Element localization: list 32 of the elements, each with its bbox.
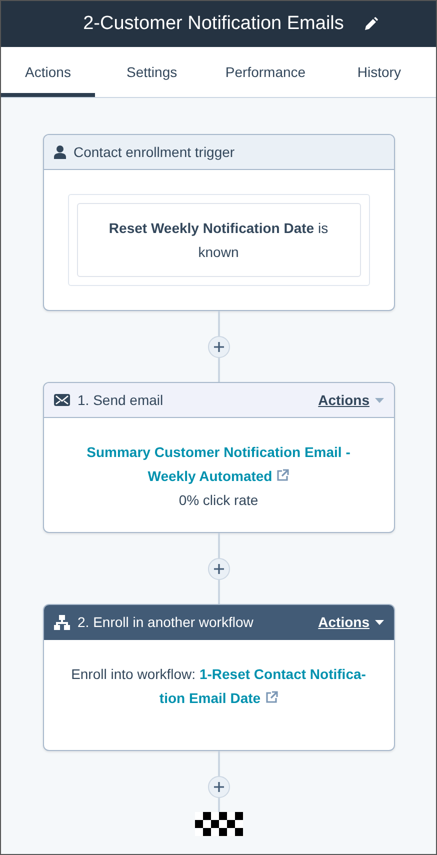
step-title: Contact enrollment trigger <box>74 144 236 160</box>
add-step-button[interactable] <box>208 336 230 358</box>
pencil-icon[interactable] <box>364 17 378 31</box>
actions-dropdown[interactable]: Actions <box>318 392 384 408</box>
click-rate: 0% click rate <box>178 491 260 510</box>
workflow-step-card[interactable]: 2. Enroll in another workflow Actions Enroll into workflow: 1-Reset Contact Notifica-tion Email Date <box>42 604 394 751</box>
add-step-button[interactable] <box>208 776 230 798</box>
add-step-button[interactable] <box>208 558 230 580</box>
external-link-icon[interactable] <box>264 691 278 704</box>
plus-icon <box>214 782 224 792</box>
person-icon <box>54 145 66 159</box>
external-link-icon[interactable] <box>276 469 290 482</box>
tab[interactable]: Performance <box>208 47 322 97</box>
finish-flag-icon <box>194 812 242 836</box>
tab[interactable]: Settings <box>95 47 209 97</box>
step-title: 1. Send email <box>78 392 164 408</box>
workflow-title: 2-Customer Notification Emails <box>83 13 344 35</box>
tab[interactable]: History <box>322 47 436 97</box>
caret-icon <box>374 620 384 624</box>
envelope-icon <box>54 394 70 406</box>
trigger-condition: Reset Weekly Notification Date is known <box>76 203 360 277</box>
workflow-step-card[interactable]: 1. Send email Actions Summary Customer Notification Email - Weekly Automated 0% click rate <box>42 382 394 533</box>
plus-icon <box>214 564 224 574</box>
enroll-description[interactable]: Enroll into workflow: 1-Reset Contact Notifica-tion Email Date <box>68 662 370 710</box>
plus-icon <box>214 342 224 352</box>
workflow-step-card[interactable]: Contact enrollment trigger Reset Weekly Notification Date is known <box>42 134 394 311</box>
email-link[interactable]: Summary Customer Notification Email - Weekly Automated <box>68 440 370 488</box>
actions-dropdown[interactable]: Actions <box>318 614 384 630</box>
tab[interactable]: Actions <box>1 47 95 97</box>
branch-icon <box>54 614 70 630</box>
step-title: 2. Enroll in another workflow <box>78 614 254 630</box>
caret-icon <box>374 398 384 402</box>
